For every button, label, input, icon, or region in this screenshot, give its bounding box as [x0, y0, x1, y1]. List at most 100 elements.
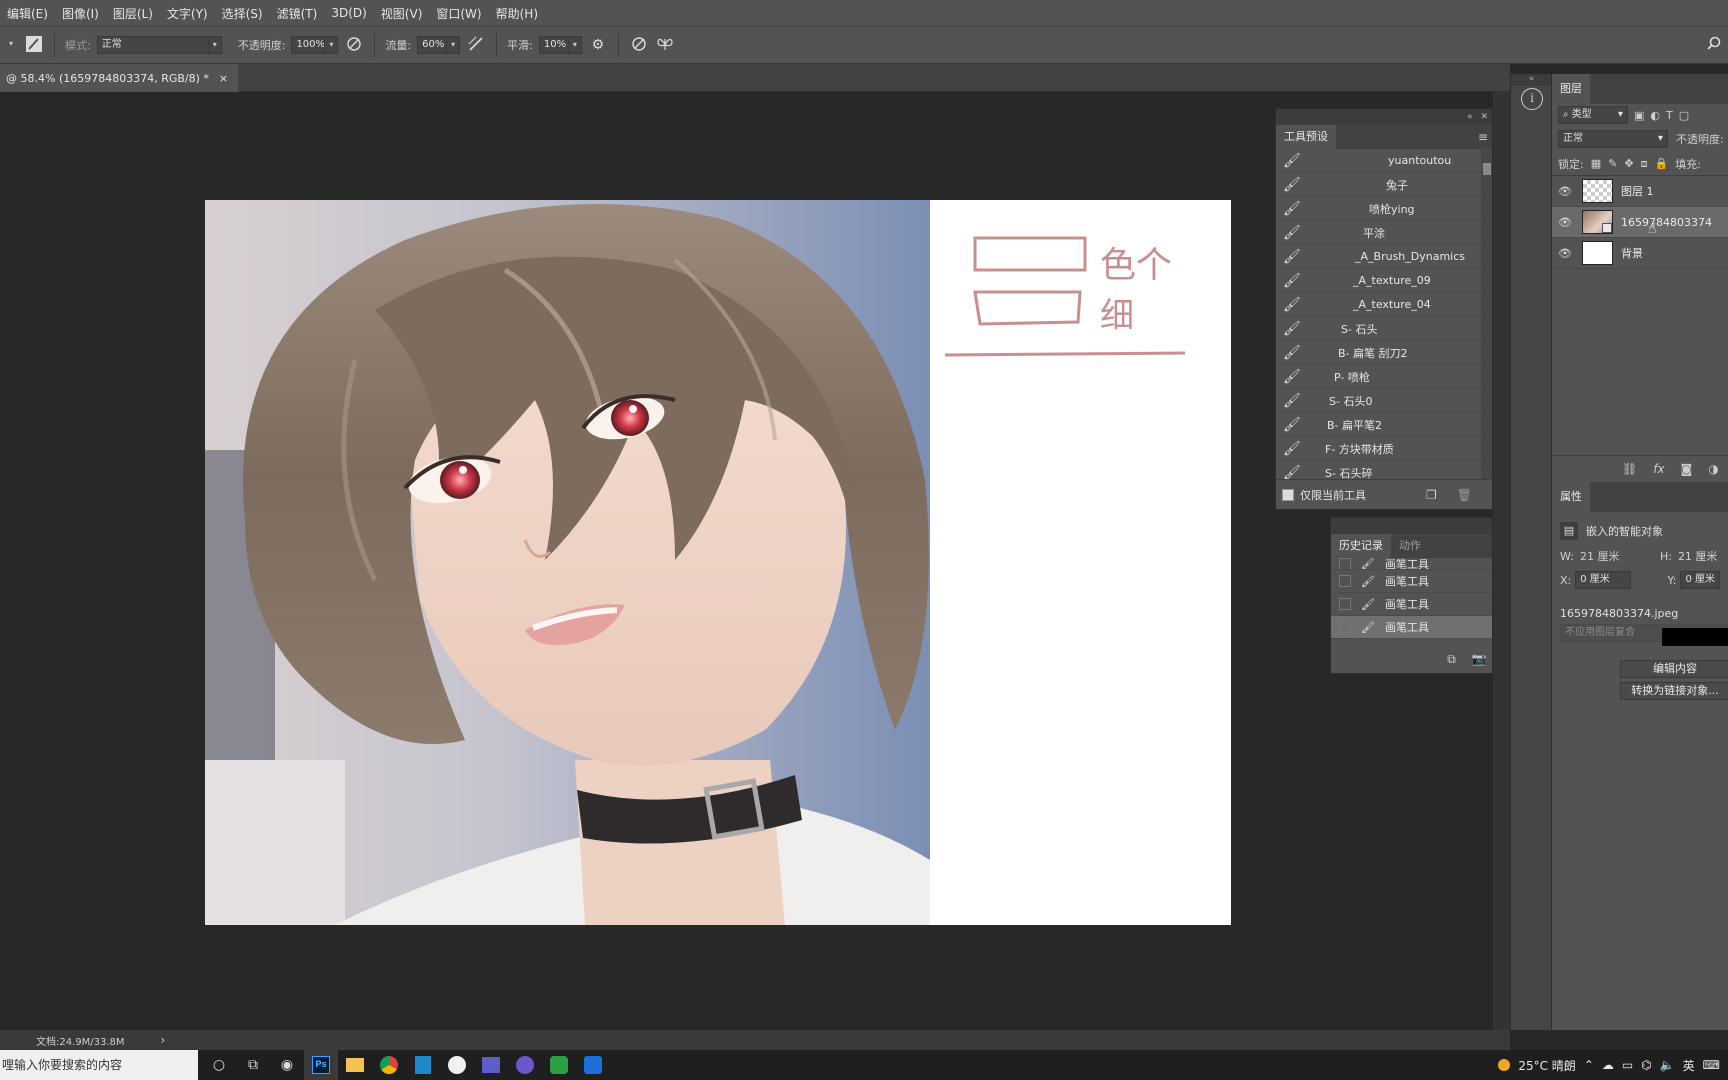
airbrush-icon[interactable] — [466, 35, 486, 55]
height-value[interactable]: 21 厘米 — [1678, 548, 1718, 564]
filter-kind-select[interactable]: ⌕ 类型 ▾ — [1558, 106, 1628, 124]
photoshop-icon[interactable]: Ps — [304, 1050, 338, 1080]
list-item[interactable]: 🖌 F- 方块带材质 — [1276, 437, 1494, 461]
cortana-icon[interactable]: ○ — [202, 1050, 236, 1080]
list-item[interactable]: 🖌 S- 石头碎 — [1276, 461, 1494, 480]
eye-icon[interactable]: 👁 — [1552, 185, 1578, 198]
taskbar-search-input[interactable]: 哩输入你要搜索的内容 — [0, 1050, 198, 1080]
list-item[interactable]: 🖌 _A_Brush_Dynamics — [1276, 245, 1494, 269]
menu-view[interactable]: 视图(V) — [374, 5, 430, 22]
task-view-icon[interactable]: ⧉ — [236, 1050, 270, 1080]
close-icon[interactable]: ✕ — [1480, 112, 1488, 122]
battery-icon[interactable]: ▭ — [1622, 1058, 1633, 1072]
eye-icon[interactable]: 👁 — [1552, 216, 1578, 229]
ime-mode-icon[interactable]: ⌨ — [1703, 1058, 1720, 1072]
app-icon[interactable] — [508, 1050, 542, 1080]
chevron-down-icon[interactable]: ▾ — [324, 36, 339, 54]
fx-icon[interactable]: fx — [1653, 462, 1664, 476]
network-icon[interactable]: ⌬ — [1641, 1058, 1651, 1072]
weather-text[interactable]: 25°C 晴朗 — [1518, 1057, 1575, 1074]
pressure-size-icon[interactable] — [629, 35, 649, 55]
type-filter-icon[interactable]: T — [1666, 109, 1673, 122]
list-item[interactable]: 🖌 _A_texture_09 — [1276, 269, 1494, 293]
current-tool-only-checkbox[interactable] — [1282, 488, 1294, 501]
menu-image[interactable]: 图像(I) — [55, 5, 106, 22]
eye-icon[interactable]: 👁 — [1552, 247, 1578, 260]
menu-type[interactable]: 文字(Y) — [160, 5, 215, 22]
list-item[interactable]: 🖌 B- 扁笔 刮刀2 — [1276, 341, 1494, 365]
tab-history[interactable]: 历史记录 — [1331, 534, 1391, 558]
mode-select[interactable]: 正常 — [96, 36, 209, 54]
menu-select[interactable]: 选择(S) — [215, 5, 270, 22]
scrollbar-thumb[interactable] — [1483, 163, 1491, 175]
new-preset-icon[interactable]: ❐ — [1426, 488, 1437, 502]
list-item[interactable]: 🖌 兔子 — [1276, 173, 1494, 197]
app-icon[interactable] — [542, 1050, 576, 1080]
status-arrow-icon[interactable]: › — [161, 1033, 166, 1047]
gear-icon[interactable]: ⚙ — [588, 35, 608, 55]
document-canvas[interactable]: 色个 细 — [205, 200, 1231, 925]
file-explorer-icon[interactable] — [338, 1050, 372, 1080]
y-input[interactable]: 0 厘米 — [1680, 571, 1720, 589]
document-tab[interactable]: @ 58.4% (1659784803374, RGB/8) * × — [0, 64, 239, 92]
app-icon[interactable] — [440, 1050, 474, 1080]
menu-window[interactable]: 窗口(W) — [429, 5, 488, 22]
edit-contents-button[interactable]: 编辑内容 — [1620, 660, 1728, 678]
flow-input[interactable]: 60% — [417, 36, 448, 54]
adjustment-filter-icon[interactable]: ◐ — [1650, 109, 1660, 122]
tool-preset-dropdown[interactable]: ▾ — [4, 36, 18, 54]
vertical-scrollbar[interactable] — [1492, 92, 1510, 1030]
menu-edit[interactable]: 编辑(E) — [0, 5, 55, 22]
link-icon[interactable]: ⛓ — [1622, 462, 1637, 476]
list-item[interactable]: 🖌 yuantoutou — [1276, 149, 1494, 173]
lock-position-icon[interactable]: ✥ — [1624, 157, 1633, 170]
menu-layer[interactable]: 图层(L) — [106, 5, 160, 22]
width-value[interactable]: 21 厘米 — [1580, 548, 1660, 564]
doc-size-readout[interactable]: 文档:24.9M/33.8M — [36, 1033, 125, 1048]
list-item[interactable]: 🖌 _A_texture_04 — [1276, 293, 1494, 317]
list-item[interactable]: 🖌 平涂 — [1276, 221, 1494, 245]
volume-icon[interactable]: 🔈 — [1660, 1058, 1675, 1072]
chevron-up-icon[interactable]: ⌃ — [1584, 1058, 1594, 1072]
menu-filter[interactable]: 滤镜(T) — [270, 5, 325, 22]
list-item[interactable]: 🖌 P- 喷枪 — [1276, 365, 1494, 389]
panel-menu-icon[interactable]: ≡ — [1478, 125, 1488, 149]
list-item[interactable]: 🖌 S- 石头0 — [1276, 389, 1494, 413]
lock-artboard-icon[interactable]: ⧈ — [1641, 157, 1648, 171]
menu-3d[interactable]: 3D(D) — [324, 6, 373, 20]
tab-properties[interactable]: 属性 — [1552, 482, 1590, 512]
smoothing-input[interactable]: 10% — [538, 36, 569, 54]
layer-row[interactable]: 👁 1659784803374 ☝ — [1552, 207, 1728, 238]
info-icon[interactable]: i — [1521, 88, 1543, 110]
new-document-from-state-icon[interactable]: ⧉ — [1447, 652, 1456, 667]
close-icon[interactable]: × — [219, 72, 228, 85]
cloud-icon[interactable]: ☁ — [1602, 1058, 1614, 1072]
brush-toggle-icon[interactable] — [24, 35, 44, 55]
list-item[interactable]: 🖌 B- 扁平笔2 — [1276, 413, 1494, 437]
chevron-down-icon[interactable]: ▾ — [567, 36, 582, 54]
shape-filter-icon[interactable]: ▢ — [1679, 109, 1689, 122]
layer-row[interactable]: 👁 背景 — [1552, 238, 1728, 269]
image-filter-icon[interactable]: ▣ — [1634, 109, 1644, 122]
opacity-input[interactable]: 100% — [291, 36, 326, 54]
convert-to-linked-button[interactable]: 转换为链接对象... — [1620, 682, 1728, 700]
teams-icon[interactable] — [474, 1050, 508, 1080]
app-icon[interactable]: ◉ — [270, 1050, 304, 1080]
lock-transparent-icon[interactable]: ▦ — [1591, 157, 1601, 170]
chevron-down-icon[interactable]: ▾ — [207, 36, 222, 54]
ime-indicator[interactable]: 英 — [1683, 1057, 1695, 1074]
chevron-down-icon[interactable]: ▾ — [446, 36, 461, 54]
pressure-opacity-icon[interactable] — [344, 35, 364, 55]
lock-all-icon[interactable]: 🔒 — [1655, 157, 1669, 170]
shield-icon[interactable] — [406, 1050, 440, 1080]
layer-row[interactable]: 👁 图层 1 — [1552, 176, 1728, 207]
list-item[interactable]: 🖌 S- 石头 — [1276, 317, 1494, 341]
trash-icon[interactable]: 🗑 — [1457, 488, 1472, 502]
chrome-icon[interactable] — [372, 1050, 406, 1080]
list-item[interactable]: 🖌 喷枪ying — [1276, 197, 1494, 221]
search-icon[interactable] — [1704, 35, 1724, 55]
menu-help[interactable]: 帮助(H) — [489, 5, 545, 22]
tab-tool-presets[interactable]: 工具预设 — [1276, 125, 1336, 149]
collapse-icon[interactable]: « — [1467, 112, 1473, 122]
camera-icon[interactable]: 📷 — [1472, 652, 1487, 666]
